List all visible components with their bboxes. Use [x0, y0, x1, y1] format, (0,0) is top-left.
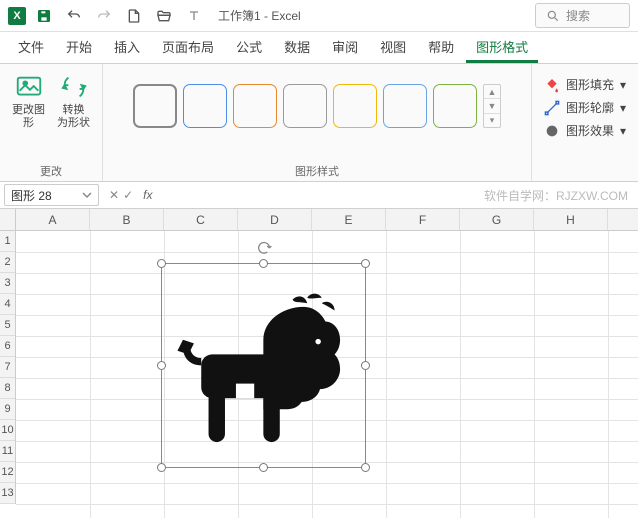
resize-handle-s[interactable]: [259, 463, 268, 472]
style-gallery: ▲▼▾: [133, 70, 501, 128]
select-all-corner[interactable]: [0, 209, 16, 231]
style-swatch-5[interactable]: [383, 84, 427, 128]
tab-file[interactable]: 文件: [8, 31, 54, 63]
resize-handle-ne[interactable]: [361, 259, 370, 268]
undo-button[interactable]: [62, 4, 86, 28]
col-header[interactable]: F: [386, 209, 460, 230]
search-placeholder: 搜索: [566, 7, 590, 24]
worksheet-grid[interactable]: A B C D E F G H 1 2 3 4 5 6 7 8 9 10 11 …: [0, 209, 638, 518]
fx-label[interactable]: fx: [137, 188, 158, 202]
tab-help[interactable]: 帮助: [418, 31, 464, 63]
chevron-down-icon: ▾: [620, 101, 626, 115]
titlebar: X 工作簿1 - Excel 搜索: [0, 0, 638, 32]
open-file-button[interactable]: [152, 4, 176, 28]
graphic-effects-button[interactable]: 图形效果 ▾: [544, 122, 626, 139]
tab-graphics-format[interactable]: 图形格式: [466, 31, 538, 63]
chevron-down-icon: ▾: [620, 124, 626, 138]
row-header[interactable]: 3: [0, 273, 15, 294]
graphic-outline-button[interactable]: 图形轮廓 ▾: [544, 99, 626, 116]
col-header[interactable]: C: [164, 209, 238, 230]
new-file-button[interactable]: [122, 4, 146, 28]
row-header[interactable]: 1: [0, 231, 15, 252]
formula-bar: 图形 28 ✕ ✓ fx 软件自学网：RJZXW.COM: [0, 182, 638, 209]
style-swatch-3[interactable]: [283, 84, 327, 128]
redo-button[interactable]: [92, 4, 116, 28]
resize-handle-e[interactable]: [361, 361, 370, 370]
chevron-down-icon: [82, 190, 92, 200]
row-headers: 1 2 3 4 5 6 7 8 9 10 11 12 13: [0, 231, 16, 504]
resize-handle-n[interactable]: [259, 259, 268, 268]
style-swatch-1[interactable]: [183, 84, 227, 128]
outline-icon: [544, 100, 560, 116]
tab-review[interactable]: 审阅: [322, 31, 368, 63]
tab-pagelayout[interactable]: 页面布局: [152, 31, 224, 63]
ribbon: 更改图 形 转换 为形状 更改 ▲▼▾ 图形样式: [0, 64, 638, 182]
rotate-handle[interactable]: [256, 240, 272, 256]
style-swatch-4[interactable]: [333, 84, 377, 128]
qat-more-button[interactable]: [182, 4, 206, 28]
col-header[interactable]: G: [460, 209, 534, 230]
col-header[interactable]: A: [16, 209, 90, 230]
search-icon: [546, 9, 560, 23]
tab-formulas[interactable]: 公式: [226, 31, 272, 63]
row-header[interactable]: 2: [0, 252, 15, 273]
shape-selection-box[interactable]: [161, 263, 366, 468]
row-header[interactable]: 9: [0, 399, 15, 420]
convert-to-shape-button[interactable]: 转换 为形状: [53, 70, 94, 132]
name-box[interactable]: 图形 28: [4, 184, 99, 206]
col-header[interactable]: E: [312, 209, 386, 230]
row-header[interactable]: 6: [0, 336, 15, 357]
change-graphic-icon: [14, 72, 44, 102]
row-header[interactable]: 7: [0, 357, 15, 378]
watermark-text: 软件自学网：RJZXW.COM: [484, 187, 638, 204]
tab-data[interactable]: 数据: [274, 31, 320, 63]
style-swatch-0[interactable]: [133, 84, 177, 128]
style-swatch-2[interactable]: [233, 84, 277, 128]
row-header[interactable]: 8: [0, 378, 15, 399]
style-swatch-6[interactable]: [433, 84, 477, 128]
cancel-formula-button[interactable]: ✕: [109, 188, 119, 202]
gallery-more-button[interactable]: ▲▼▾: [483, 84, 501, 128]
row-header[interactable]: 13: [0, 483, 15, 504]
save-button[interactable]: [32, 4, 56, 28]
search-input[interactable]: 搜索: [535, 3, 630, 28]
ribbon-group-styles: ▲▼▾ 图形样式: [103, 64, 532, 181]
formula-buttons: ✕ ✓ fx: [103, 188, 164, 202]
ribbon-group-change: 更改图 形 转换 为形状 更改: [0, 64, 103, 181]
tab-home[interactable]: 开始: [56, 31, 102, 63]
resize-handle-nw[interactable]: [157, 259, 166, 268]
ribbon-tabs: 文件 开始 插入 页面布局 公式 数据 审阅 视图 帮助 图形格式: [0, 32, 638, 64]
row-header[interactable]: 11: [0, 441, 15, 462]
effects-icon: [544, 123, 560, 139]
tab-view[interactable]: 视图: [370, 31, 416, 63]
row-header[interactable]: 10: [0, 420, 15, 441]
ribbon-group-tools: 图形填充 ▾ 图形轮廓 ▾ 图形效果 ▾: [532, 64, 638, 181]
column-headers: A B C D E F G H: [16, 209, 638, 231]
col-header[interactable]: H: [534, 209, 608, 230]
row-header[interactable]: 5: [0, 315, 15, 336]
convert-icon: [59, 72, 89, 102]
fill-icon: [544, 77, 560, 93]
change-graphic-button[interactable]: 更改图 形: [8, 70, 49, 132]
chevron-down-icon: ▾: [620, 78, 626, 92]
confirm-formula-button[interactable]: ✓: [123, 188, 133, 202]
workbook-title: 工作簿1 - Excel: [218, 7, 301, 24]
row-header[interactable]: 12: [0, 462, 15, 483]
resize-handle-se[interactable]: [361, 463, 370, 472]
lion-icon[interactable]: [172, 274, 355, 457]
row-header[interactable]: 4: [0, 294, 15, 315]
resize-handle-w[interactable]: [157, 361, 166, 370]
resize-handle-sw[interactable]: [157, 463, 166, 472]
col-header[interactable]: B: [90, 209, 164, 230]
tab-insert[interactable]: 插入: [104, 31, 150, 63]
excel-logo: X: [8, 7, 26, 25]
col-header[interactable]: D: [238, 209, 312, 230]
graphic-fill-button[interactable]: 图形填充 ▾: [544, 76, 626, 93]
